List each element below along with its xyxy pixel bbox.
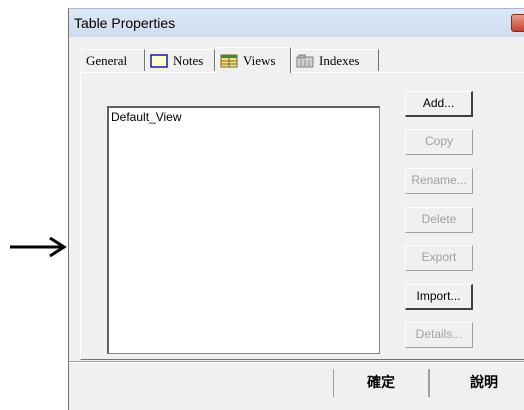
tab-indexes-label: Indexes [319,52,360,68]
window-title: Table Properties [74,15,176,31]
tab-views[interactable]: Views [215,47,291,73]
footer-divider-highlight [69,362,524,363]
ok-button[interactable]: 確定 [333,369,429,397]
rename-button[interactable]: Rename... [405,168,473,194]
delete-button[interactable]: Delete [405,207,473,233]
note-icon [150,53,168,68]
details-button[interactable]: Details... [405,322,473,348]
import-button[interactable]: Import... [405,284,473,310]
help-button[interactable]: 說明 [429,369,524,397]
title-bar[interactable]: Table Properties x [69,9,524,37]
list-item[interactable]: Default_View [111,110,182,124]
tab-general-label: General [86,52,128,68]
table-properties-dialog: Table Properties x General Notes Views I… [68,8,524,410]
tab-views-label: Views [243,52,276,68]
copy-button[interactable]: Copy [405,129,473,155]
tab-general[interactable]: General [81,49,145,71]
close-button[interactable]: x [511,14,524,32]
indexes-icon [296,54,314,67]
views-listbox[interactable]: Default_View [107,106,380,354]
views-grid-icon [220,54,238,67]
tab-notes-label: Notes [173,52,204,68]
export-button[interactable]: Export [405,245,473,271]
pointer-arrow-icon [10,236,67,258]
add-button[interactable]: Add... [405,91,473,117]
tab-notes[interactable]: Notes [145,49,215,71]
tab-indexes[interactable]: Indexes [291,49,379,71]
